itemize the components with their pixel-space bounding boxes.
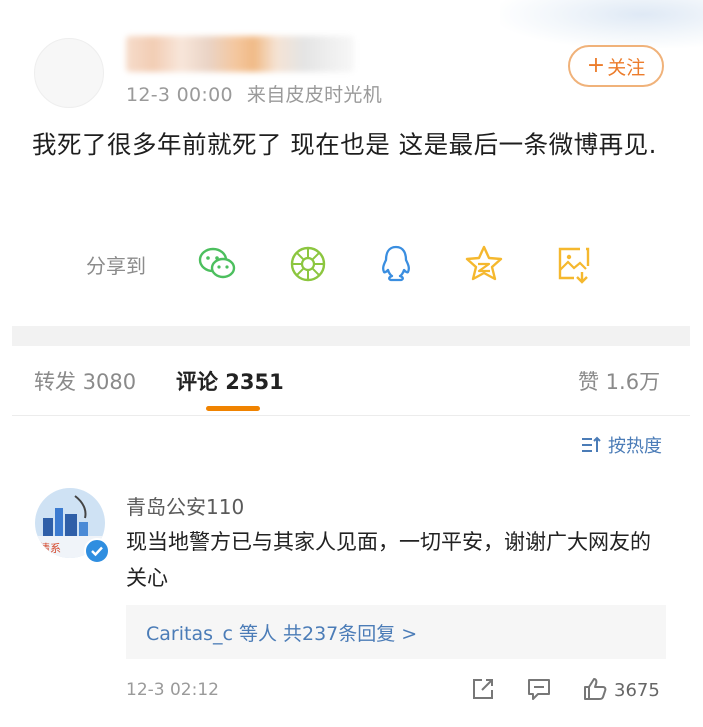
post-meta: 12-3 00:00 来自皮皮时光机 bbox=[126, 80, 396, 107]
wechat-icon[interactable] bbox=[196, 242, 240, 286]
header-sky-decoration bbox=[500, 0, 703, 48]
share-label: 分享到 bbox=[86, 254, 146, 278]
comment-icon[interactable] bbox=[526, 676, 552, 702]
verified-badge-icon bbox=[84, 538, 110, 564]
tabs-divider bbox=[12, 415, 690, 416]
moments-icon[interactable] bbox=[286, 242, 330, 286]
follow-button[interactable]: + 关注 bbox=[568, 45, 664, 87]
post-source[interactable]: 来自皮皮时光机 bbox=[247, 84, 382, 106]
section-divider bbox=[12, 326, 690, 346]
post-text: 我死了很多年前就死了 现在也是 这是最后一条微博再见. bbox=[32, 130, 657, 159]
qq-icon[interactable] bbox=[374, 242, 418, 286]
post-time: 12-3 00:00 bbox=[126, 84, 233, 106]
avatar-text: 情系 bbox=[39, 542, 61, 555]
active-tab-indicator bbox=[206, 406, 260, 411]
tab-repost[interactable]: 转发 3080 bbox=[34, 366, 136, 396]
replies-count[interactable]: 共237条回复 > bbox=[283, 619, 417, 646]
comment-time: 12-3 02:12 bbox=[126, 680, 219, 700]
repost-icon[interactable] bbox=[470, 676, 496, 702]
sort-by-hot-button[interactable]: 按热度 bbox=[580, 432, 662, 458]
like-icon[interactable] bbox=[582, 676, 608, 702]
comment-text: 现当地警方已与其家人见面，一切平安，谢谢广大网友的关心 bbox=[126, 530, 651, 590]
qzone-icon[interactable] bbox=[462, 242, 506, 286]
poster-avatar[interactable] bbox=[34, 38, 104, 108]
poster-name-blurred bbox=[126, 36, 354, 72]
save-image-icon[interactable] bbox=[552, 242, 596, 286]
like-count: 3675 bbox=[614, 680, 660, 701]
tab-likes[interactable]: 赞 1.6万 bbox=[578, 366, 660, 396]
plus-icon: + bbox=[586, 53, 606, 78]
tab-comments[interactable]: 评论 2351 bbox=[176, 366, 284, 396]
sort-label: 按热度 bbox=[608, 436, 662, 457]
replies-summary[interactable]: Caritas_c 等人 共237条回复 > bbox=[126, 605, 666, 659]
follow-label: 关注 bbox=[607, 56, 646, 79]
sort-icon bbox=[582, 436, 601, 452]
commenter-name[interactable]: 青岛公安110 bbox=[126, 491, 244, 520]
replies-users[interactable]: Caritas_c 等人 bbox=[146, 619, 277, 646]
